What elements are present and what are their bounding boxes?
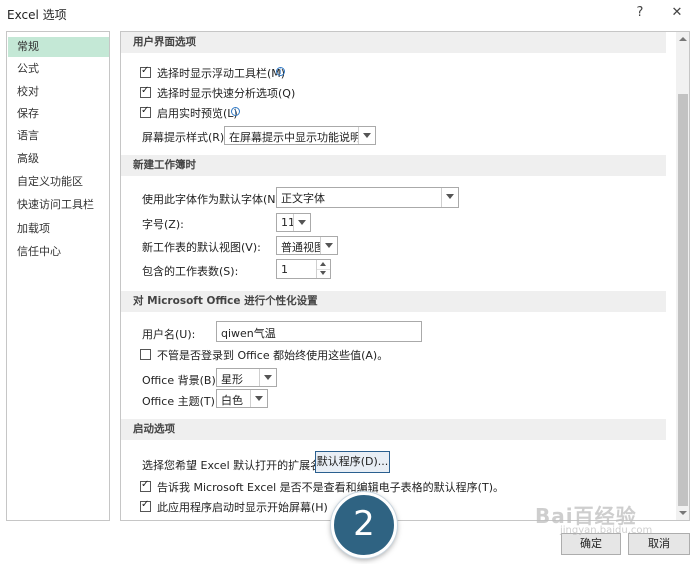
section-header-new-workbook: 新建工作簿时 [121,155,666,176]
username-input[interactable]: qiwen气温 [216,321,422,342]
ok-button[interactable]: 确定 [561,533,621,555]
show-quick-analysis-checkbox[interactable]: ✓ [140,85,151,98]
sidebar-item-proofing[interactable]: 校对 [8,82,109,102]
cancel-button[interactable]: 取消 [628,533,690,555]
screentip-style-value: 在屏幕提示中显示功能说明 [229,131,361,144]
default-font-value: 正文字体 [281,192,325,205]
screentip-style-dropdown[interactable]: 在屏幕提示中显示功能说明 [224,126,376,145]
default-font-label: 使用此字体作为默认字体(N): [142,193,284,206]
show-quick-analysis-label: 选择时显示快速分析选项(Q) [157,87,296,100]
office-background-value: 星形 [221,373,243,386]
checkmark-icon: ✓ [141,85,150,96]
sidebar: 常规 公式 校对 保存 语言 高级 自定义功能区 快速访问工具栏 加载项 信任中… [6,31,110,521]
show-mini-toolbar-label: 选择时显示浮动工具栏(M) [157,67,286,80]
sheet-count-label: 包含的工作表数(S): [142,265,239,278]
font-size-label: 字号(Z): [142,218,184,231]
office-theme-dropdown[interactable]: 白色 [216,389,268,408]
vertical-scrollbar[interactable] [676,32,689,520]
office-theme-value: 白色 [221,394,243,407]
chevron-down-icon [441,188,458,207]
scroll-thumb[interactable] [678,94,688,506]
spinner-buttons [316,260,330,278]
scroll-down-icon[interactable] [676,506,689,520]
font-size-dropdown[interactable]: 11 [276,213,311,232]
sidebar-item-formulas[interactable]: 公式 [8,59,109,79]
chevron-down-icon [250,390,267,407]
sidebar-item-advanced[interactable]: 高级 [8,149,109,169]
chevron-down-icon [293,214,310,231]
chevron-down-icon [259,369,276,386]
info-icon: i [276,67,285,76]
sidebar-item-general[interactable]: 常规 [8,37,109,57]
info-icon: i [231,107,240,116]
default-view-value: 普通视图 [281,241,325,254]
sheet-count-value: 1 [281,263,288,276]
sidebar-item-save[interactable]: 保存 [8,104,109,124]
checkmark-icon: ✓ [141,65,150,76]
always-use-values-checkbox[interactable] [140,349,151,360]
username-label: 用户名(U): [142,328,196,341]
tell-me-default-label: 告诉我 Microsoft Excel 是否不是查看和编辑电子表格的默认程序(T… [157,481,504,494]
show-start-screen-label: 此应用程序启动时显示开始屏幕(H) [157,501,328,514]
default-extensions-label: 选择您希望 Excel 默认打开的扩展名: [142,459,325,472]
show-mini-toolbar-checkbox[interactable]: ✓ [140,65,151,78]
default-view-label: 新工作表的默认视图(V): [142,241,261,254]
title-bar: Excel 选项 ? ✕ [0,0,697,26]
section-header-personalize: 对 Microsoft Office 进行个性化设置 [121,291,666,312]
spin-down-icon[interactable] [317,269,330,278]
screentip-style-label: 屏幕提示样式(R): [142,131,228,144]
window-title: Excel 选项 [7,8,67,22]
chevron-down-icon [320,237,337,254]
live-preview-label: 启用实时预览(L) [157,107,238,120]
checkmark-icon: ✓ [141,105,150,116]
close-button[interactable]: ✕ [666,3,688,23]
office-background-label: Office 背景(B): [142,374,220,387]
default-view-dropdown[interactable]: 普通视图 [276,236,338,255]
tell-me-default-checkbox[interactable]: ✓ [140,479,151,492]
sidebar-item-add-ins[interactable]: 加载项 [8,219,109,239]
show-start-screen-checkbox[interactable]: ✓ [140,499,151,512]
step-number-badge: 2 [331,492,397,558]
live-preview-checkbox[interactable]: ✓ [140,105,151,118]
office-background-dropdown[interactable]: 星形 [216,368,277,387]
options-content: 用户界面选项 ✓ 选择时显示浮动工具栏(M) i ✓ 选择时显示快速分析选项(Q… [120,31,690,521]
section-header-startup: 启动选项 [121,419,666,440]
sidebar-item-quick-access-toolbar[interactable]: 快速访问工具栏 [8,195,109,215]
chevron-down-icon [358,127,375,144]
checkmark-icon: ✓ [141,499,150,510]
help-button[interactable]: ? [629,3,651,23]
default-font-dropdown[interactable]: 正文字体 [276,187,459,208]
baidu-watermark-url: jingyan.baidu.com [560,525,653,536]
always-use-values-label: 不管是否登录到 Office 都始终使用这些值(A)。 [157,349,389,362]
default-programs-button[interactable]: 默认程序(D)... [315,451,390,473]
username-value: qiwen气温 [221,327,276,340]
scroll-up-icon[interactable] [676,32,689,46]
checkmark-icon: ✓ [141,479,150,490]
sidebar-item-customize-ribbon[interactable]: 自定义功能区 [8,172,109,192]
office-theme-label: Office 主题(T): [142,395,219,408]
section-header-ui-options: 用户界面选项 [121,32,666,53]
sheet-count-spinner[interactable]: 1 [276,259,331,279]
sidebar-item-trust-center[interactable]: 信任中心 [8,242,109,262]
sidebar-item-language[interactable]: 语言 [8,126,109,146]
